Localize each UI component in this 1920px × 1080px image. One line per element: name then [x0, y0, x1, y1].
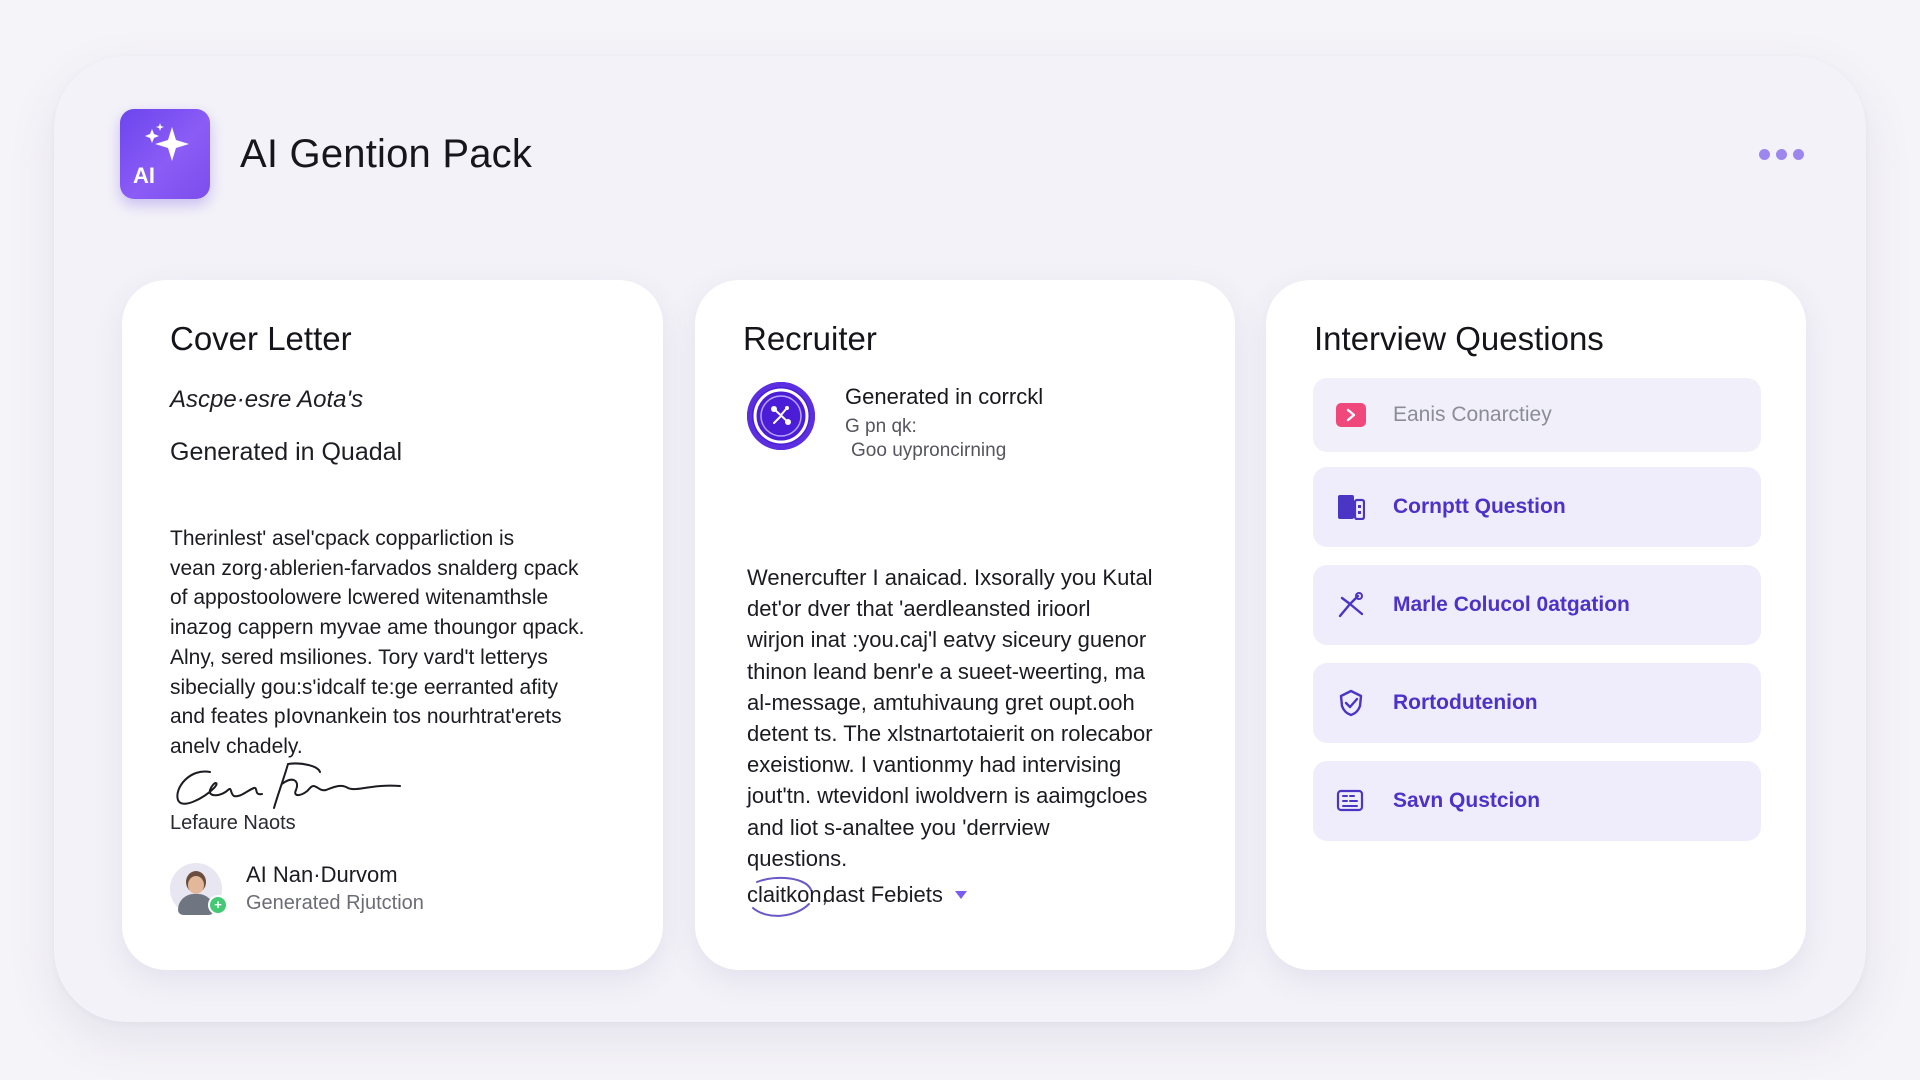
signature-image: [176, 762, 401, 809]
tools-icon: [1335, 589, 1367, 621]
recruiter-card[interactable]: Recruiter Generated in corrckl G pn qk: …: [695, 280, 1235, 970]
question-item[interactable]: Cornptt Question: [1313, 467, 1761, 547]
claitkon-text: claitkon,: [747, 882, 828, 907]
app-title: AI Gention Pack: [240, 131, 533, 176]
signature-name: Lefaure Naots: [170, 812, 296, 834]
dot-icon: [1759, 148, 1770, 160]
author-role: Generated Rjutction: [246, 892, 424, 914]
recruiter-body: Wenercufter I anaicad. Ixsorally you Kut…: [747, 565, 1153, 871]
recruiter-badge-icon: [747, 382, 815, 450]
recruiter-header-status: Goo uyproncirning: [851, 440, 1007, 461]
keyboard-icon: [1335, 785, 1367, 817]
cover-letter-subtitle: Ascpe·esre Aota's: [170, 386, 364, 413]
question-list: Eanis Conarctiey Cornptt Question Marle …: [1313, 378, 1761, 859]
badge-check-icon: [1335, 687, 1367, 719]
question-label: Savn Qustcion: [1393, 789, 1541, 812]
header: AI AI Gention Pack: [120, 108, 1806, 200]
app-window: AI AI Gention Pack Cover Letter Ascpe·es…: [54, 56, 1866, 1022]
more-options-button[interactable]: [1757, 139, 1806, 170]
card-title: Recruiter: [743, 320, 877, 357]
question-item[interactable]: Marle Colucol 0atgation: [1313, 565, 1761, 645]
play-icon: [1335, 399, 1367, 431]
app-logo: AI: [120, 109, 210, 199]
dot-icon: [1776, 148, 1787, 160]
cover-letter-card[interactable]: Cover Letter Ascpe·esre Aota's Generated…: [122, 280, 663, 970]
question-item[interactable]: Savn Qustcion: [1313, 761, 1761, 841]
cover-letter-generated: Generated in Quadal: [170, 438, 403, 466]
recruiter-header-subtitle: G pn qk:: [845, 416, 917, 437]
card-title: Cover Letter: [170, 320, 352, 357]
author-block: + AI Nan·Durvom Generated Rjutction: [170, 862, 424, 915]
author-name: AI Nan·Durvom: [246, 862, 398, 887]
card-title: Interview Questions: [1314, 320, 1604, 357]
recruiter-dropdown[interactable]: claitkon, dast Febiets: [747, 874, 967, 917]
chevron-down-icon: [954, 891, 967, 899]
interview-questions-card[interactable]: Interview Questions Eanis Conarctiey Cor…: [1266, 280, 1806, 970]
online-status-icon: +: [208, 894, 228, 915]
dot-icon: [1793, 148, 1804, 160]
question-label: Eanis Conarctiey: [1393, 403, 1552, 426]
dropdown-label: dast Febiets: [823, 882, 943, 907]
question-label: Cornptt Question: [1393, 495, 1566, 518]
recruiter-header-title: Generated in corrckl: [845, 384, 1044, 409]
logo-text: AI: [133, 163, 155, 188]
recruiter-header: Generated in corrckl G pn qk: Goo uypron…: [845, 384, 1043, 462]
document-icon: [1335, 491, 1367, 523]
cover-letter-body: Therinlest' asel'cpack copparliction is …: [170, 527, 585, 758]
question-label: Marle Colucol 0atgation: [1393, 593, 1630, 616]
question-label: Rortodutenion: [1393, 691, 1538, 714]
question-item[interactable]: Rortodutenion: [1313, 663, 1761, 743]
claitkon-icon: claitkon,: [747, 874, 828, 917]
avatar: +: [170, 862, 228, 915]
question-item[interactable]: Eanis Conarctiey: [1313, 378, 1761, 452]
